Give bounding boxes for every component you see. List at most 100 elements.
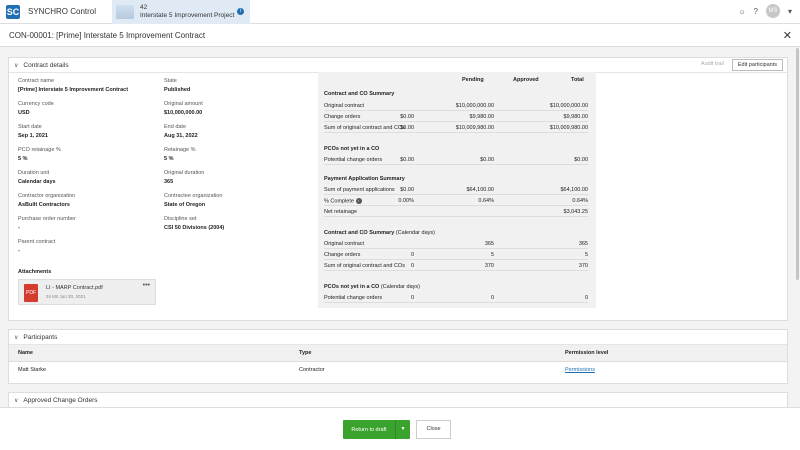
column-header-type: Type bbox=[299, 350, 312, 356]
field-value: - bbox=[18, 225, 20, 231]
chevron-down-icon[interactable]: ∨ bbox=[14, 397, 18, 404]
participants-header[interactable]: ∨ Participants bbox=[9, 330, 787, 345]
field-label: Original amount bbox=[164, 101, 203, 107]
project-thumbnail bbox=[116, 4, 134, 19]
section-title: Participants bbox=[23, 333, 58, 341]
project-tab[interactable]: 42 Interstate 5 Improvement Project i bbox=[112, 0, 250, 24]
top-bar: SC SYNCHRO Control 42 Interstate 5 Impro… bbox=[0, 0, 800, 24]
field-value: USD bbox=[18, 110, 30, 116]
field-value: Sep 1, 2021 bbox=[18, 133, 48, 139]
summary-section-title: PCOs not yet in a CO bbox=[324, 146, 380, 152]
field-label: Currency code bbox=[18, 101, 54, 107]
participants-table-header: Name Type Permission level bbox=[9, 345, 787, 362]
contract-details-card: ∨ Contract details Audit trail Edit part… bbox=[8, 57, 788, 321]
chevron-down-icon[interactable]: ∨ bbox=[14, 334, 18, 341]
summary-row: Sum of original contract and COs $0.00 $10… bbox=[324, 125, 588, 133]
app-logo-icon[interactable]: SC bbox=[6, 4, 20, 19]
lightbulb-icon[interactable]: ☼ bbox=[738, 7, 745, 16]
participant-type: Contractor bbox=[299, 367, 325, 373]
field-value: [Prime] Interstate 5 Improvement Contrac… bbox=[18, 87, 129, 93]
scrollbar[interactable] bbox=[796, 48, 799, 280]
help-icon[interactable]: ? bbox=[754, 7, 758, 16]
field-label: Contractee organization bbox=[164, 193, 223, 199]
field-label: Contractor organization bbox=[18, 193, 76, 199]
field-label: Original duration bbox=[164, 170, 205, 176]
project-info-icon[interactable]: i bbox=[237, 7, 244, 15]
field-value: State of Oregon bbox=[164, 202, 206, 208]
field-value: $10,000,000.00 bbox=[164, 110, 203, 116]
field-label: Discipline set bbox=[164, 216, 197, 222]
field-label: Purchase order number bbox=[18, 216, 76, 222]
field-label: Parent contract bbox=[18, 239, 56, 245]
info-icon[interactable]: i bbox=[355, 198, 362, 204]
column-header-total: Total bbox=[571, 77, 584, 83]
summary-row: Potential change orders $0.00 $0.00 $0.00 bbox=[324, 157, 588, 165]
audit-trail-button[interactable]: Audit trail bbox=[697, 59, 728, 71]
column-header-name: Name bbox=[18, 350, 33, 356]
field-value: Calendar days bbox=[18, 179, 56, 185]
summary-section-title: Contract and CO Summary (Calendar days) bbox=[324, 230, 435, 236]
section-title: Approved Change Orders bbox=[23, 397, 98, 404]
attachment-meta: 34 KB Jun 30, 2021 bbox=[46, 294, 86, 299]
participant-name: Matt Starke bbox=[18, 367, 47, 373]
attachment-name[interactable]: LI - MARP Contract.pdf bbox=[46, 285, 103, 291]
title-bar: CON-00001: [Prime] Interstate 5 Improvem… bbox=[0, 24, 800, 47]
page-title: CON-00001: [Prime] Interstate 5 Improvem… bbox=[9, 31, 206, 40]
summary-section-title: Contract and CO Summary bbox=[324, 91, 395, 97]
field-label: Duration unit bbox=[18, 170, 50, 176]
close-icon[interactable]: ✕ bbox=[783, 29, 792, 42]
return-to-draft-button[interactable]: Return to draft ▼ bbox=[343, 420, 410, 439]
summary-row: Change orders 0 5 5 bbox=[324, 252, 588, 260]
summary-row: Sum of original contract and COs 0 370 370 bbox=[324, 263, 588, 271]
contract-summary-panel: Pending Approved Total Contract and CO S… bbox=[318, 72, 596, 308]
field-label: Contract name bbox=[18, 78, 55, 84]
close-button[interactable]: Close bbox=[416, 420, 451, 439]
summary-row: Original contract $10,000,000.00 $10,000,0… bbox=[324, 103, 588, 111]
field-label: PCO retainage % bbox=[18, 147, 61, 153]
field-label: Retainage % bbox=[164, 147, 196, 153]
chevron-down-icon[interactable]: ▾ bbox=[788, 7, 792, 16]
field-value: AsBuilt Contractors bbox=[18, 202, 70, 208]
field-value: CSI 50 Divisions (2004) bbox=[164, 225, 225, 231]
attachments-title: Attachments bbox=[18, 269, 52, 275]
main-content: ∨ Contract details Audit trail Edit part… bbox=[0, 47, 796, 407]
column-header-approved: Approved bbox=[513, 77, 539, 83]
summary-row: Sum of payment applications $0.00 $64,100.… bbox=[324, 187, 588, 195]
app-name: SYNCHRO Control bbox=[28, 7, 97, 16]
field-value: Published bbox=[164, 87, 191, 93]
summary-row: Change orders $0.00 $9,980.00 $9,980.00 bbox=[324, 114, 588, 122]
chevron-down-icon[interactable]: ▼ bbox=[395, 420, 410, 439]
approved-change-orders-header[interactable]: ∨ Approved Change Orders bbox=[9, 393, 787, 407]
pdf-file-icon: PDF bbox=[24, 284, 38, 302]
more-options-icon[interactable]: ••• bbox=[143, 282, 150, 289]
summary-row: % Complete i 0.00% 0.64% 0.64% bbox=[324, 198, 588, 206]
summary-section-title: Payment Application Summary bbox=[324, 176, 405, 182]
summary-row: Potential change orders 0 0 0 bbox=[324, 295, 588, 303]
edit-participants-button[interactable]: Edit participants bbox=[731, 59, 783, 71]
section-title: Contract details bbox=[23, 61, 69, 69]
field-label: End date bbox=[164, 124, 187, 130]
field-value: 365 bbox=[164, 179, 174, 185]
field-value: Aug 31, 2022 bbox=[164, 133, 198, 139]
field-label: State bbox=[164, 78, 177, 84]
column-header-permission: Permission level bbox=[565, 350, 609, 356]
attachment-item[interactable]: PDF LI - MARP Contract.pdf 34 KB Jun 30,… bbox=[18, 279, 156, 305]
field-value: 5 % bbox=[18, 156, 28, 162]
field-value: 5 % bbox=[164, 156, 174, 162]
field-label: Start date bbox=[18, 124, 42, 130]
approved-change-orders-card: ∨ Approved Change Orders bbox=[8, 392, 788, 407]
table-row: Matt Starke Contractor Permissions bbox=[9, 362, 787, 382]
permissions-link[interactable]: Permissions bbox=[565, 367, 595, 373]
summary-row: Net retainage $3,043.25 bbox=[324, 209, 588, 217]
summary-row: Original contract 365 365 bbox=[324, 241, 588, 249]
participants-card: ∨ Participants Name Type Permission leve… bbox=[8, 329, 788, 384]
project-number: 42 bbox=[140, 3, 148, 11]
summary-section-title: PCOs not yet in a CO (Calendar days) bbox=[324, 284, 420, 290]
contract-details-header[interactable]: ∨ Contract details Audit trail Edit part… bbox=[9, 58, 787, 73]
field-value: - bbox=[18, 248, 20, 254]
footer-bar: Return to draft ▼ Close bbox=[0, 407, 800, 450]
chevron-down-icon[interactable]: ∨ bbox=[14, 62, 18, 69]
user-avatar[interactable]: MS bbox=[765, 4, 780, 18]
column-header-pending: Pending bbox=[462, 77, 484, 83]
project-name: Interstate 5 Improvement Project bbox=[140, 11, 235, 19]
